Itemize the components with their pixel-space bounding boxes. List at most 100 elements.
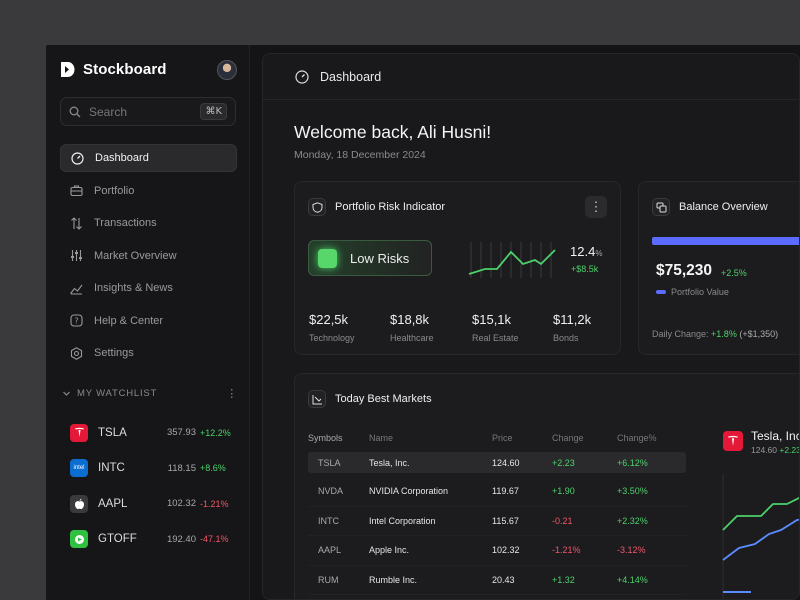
watchlist-item[interactable]: TSLA 357.93 +12.2% — [70, 415, 231, 451]
tesla-logo-icon — [70, 423, 88, 442]
table-row[interactable]: NVDA NVIDIA Corporation 119.67 +1.90 +3.… — [308, 477, 686, 507]
brand[interactable]: Stockboard — [60, 61, 167, 78]
more-vertical-icon[interactable]: ⋮ — [226, 387, 238, 400]
briefcase-icon — [70, 185, 83, 197]
table-header: Symbols Name Price Change Change% — [308, 429, 686, 447]
risk-level-button[interactable]: Low Risks — [308, 240, 432, 276]
column-header[interactable]: Price — [492, 433, 552, 443]
app-window: Stockboard ⌘K Dashboard Portfolio Transa… — [46, 45, 800, 600]
watchlist-symbol: GTOFF — [98, 533, 137, 546]
shield-icon — [308, 198, 326, 216]
apple-logo-icon — [70, 494, 88, 513]
detail-price-line: 124.60 +2.23 — [751, 445, 800, 455]
sidebar-item-dashboard[interactable]: Dashboard — [60, 144, 237, 172]
row-name: NVIDIA Corporation — [369, 486, 449, 497]
sidebar-item-label: Settings — [94, 347, 134, 359]
chart-line-icon — [70, 284, 83, 295]
watchlist-price: 102.32 — [166, 498, 196, 510]
watchlist-symbol: TSLA — [98, 426, 127, 439]
tesla-logo-icon — [723, 431, 743, 451]
page-title: Dashboard — [320, 69, 382, 84]
sidebar-item-insights-news[interactable]: Insights & News — [60, 274, 237, 302]
category-healthcare: $18,8k Healthcare — [390, 312, 434, 343]
row-change-percent: +2.32% — [617, 515, 648, 526]
search-icon — [69, 106, 81, 117]
more-options-button[interactable]: ⋮ — [585, 196, 607, 218]
row-price: 20.43 — [492, 574, 515, 585]
row-change-percent: +3.50% — [617, 486, 648, 497]
legend-label: Portfolio Value — [671, 287, 729, 297]
sidebar-item-settings[interactable]: Settings — [60, 339, 237, 367]
search-input[interactable] — [89, 104, 189, 119]
avatar[interactable] — [217, 60, 237, 80]
card-header: Balance Overview — [652, 198, 768, 216]
row-change: +2.23 — [552, 457, 575, 468]
row-change-percent: -3.12% — [617, 545, 646, 556]
watchlist-item[interactable]: AAPL 102.32 -1.21% — [70, 486, 230, 522]
top-bar: Dashboard — [263, 54, 799, 100]
table-row[interactable]: TSLA Tesla, Inc. 124.60 +2.23 +6.12% — [308, 452, 686, 473]
main-panel: Dashboard Welcome back, Ali Husni! Monda… — [262, 53, 800, 600]
card-header: Portfolio Risk Indicator — [308, 198, 445, 216]
category-bonds: $11,2k Bonds — [553, 312, 591, 343]
column-header[interactable]: Name — [369, 433, 492, 443]
arrows-updown-icon — [71, 216, 82, 230]
watchlist-item[interactable]: GTOFF 192.40 -47.1% — [70, 522, 230, 558]
chart-trend-icon — [308, 390, 326, 408]
card-header: Today Best Markets — [308, 390, 432, 408]
svg-text:?: ? — [74, 317, 78, 326]
risk-sparkline — [468, 242, 556, 278]
row-price: 119.67 — [492, 486, 519, 497]
category-technology: $22,5k Technology — [309, 312, 355, 343]
table-row[interactable]: INTC Intel Corporation 115.67 -0.21 +2.3… — [308, 507, 686, 536]
watchlist-symbol: AAPL — [98, 497, 128, 510]
category-label: Technology — [309, 333, 355, 343]
sidebar-item-help-center[interactable]: ? Help & Center — [60, 307, 237, 335]
help-icon: ? — [70, 314, 83, 327]
best-markets-card: Today Best Markets Symbols Name Price Ch… — [294, 373, 800, 599]
watchlist-item[interactable]: intel INTC 118.15 +8.6% — [70, 451, 230, 487]
risk-percent: 12.4% — [570, 244, 603, 259]
sidebar-nav: Dashboard Portfolio Transactions Market … — [60, 144, 237, 372]
sidebar: Stockboard ⌘K Dashboard Portfolio Transa… — [46, 45, 250, 600]
market-detail-header[interactable]: Tesla, Inc 124.60 +2.23 — [723, 429, 800, 455]
stockboard-logo-icon — [61, 62, 75, 77]
table-row[interactable]: AAPL Apple Inc. 102.32 -1.21% -3.12% — [308, 536, 686, 566]
detail-chart — [722, 474, 799, 599]
table-row[interactable]: RUM Rumble Inc. 20.43 +1.32 +4.14% — [308, 566, 686, 595]
row-change-percent: +4.14% — [617, 574, 648, 585]
row-change: -1.21% — [552, 545, 581, 556]
column-header[interactable]: Change% — [617, 433, 685, 443]
watchlist-header[interactable]: MY WATCHLIST ⋮ — [62, 387, 238, 400]
row-change: +1.90 — [552, 486, 575, 497]
category-label: Healthcare — [390, 333, 434, 343]
legend-swatch — [656, 290, 666, 294]
card-title: Portfolio Risk Indicator — [335, 201, 446, 213]
watchlist-price: 192.40 — [166, 533, 196, 545]
watchlist-change: +8.6% — [200, 463, 226, 474]
row-price: 115.67 — [492, 515, 519, 526]
category-value: $15,1k — [472, 312, 512, 327]
risk-level-label: Low Risks — [350, 250, 410, 266]
brand-name: Stockboard — [83, 61, 167, 78]
sidebar-item-portfolio[interactable]: Portfolio — [60, 177, 237, 205]
watchlist-price: 118.15 — [167, 462, 196, 474]
balance-bar — [652, 237, 799, 245]
card-title: Today Best Markets — [335, 393, 432, 405]
column-header[interactable]: Change — [552, 433, 617, 443]
row-symbol: TSLA — [318, 457, 341, 468]
watchlist-price: 357.93 — [166, 427, 196, 439]
sidebar-item-market-overview[interactable]: Market Overview — [60, 242, 237, 270]
welcome-date: Monday, 18 December 2024 — [294, 149, 426, 161]
sliders-icon — [71, 250, 82, 261]
row-symbol: RUM — [318, 574, 339, 585]
category-value: $18,8k — [390, 312, 430, 327]
category-value: $22,5k — [309, 312, 349, 327]
sidebar-item-transactions[interactable]: Transactions — [60, 209, 237, 237]
column-header[interactable]: Symbols — [308, 433, 369, 443]
watchlist-change: -47.1% — [200, 534, 229, 545]
category-real-estate: $15,1k Real Estate — [472, 312, 519, 343]
sidebar-item-label: Market Overview — [94, 249, 177, 262]
search-box[interactable]: ⌘K — [60, 97, 236, 126]
balance-legend: Portfolio Value — [656, 287, 729, 297]
